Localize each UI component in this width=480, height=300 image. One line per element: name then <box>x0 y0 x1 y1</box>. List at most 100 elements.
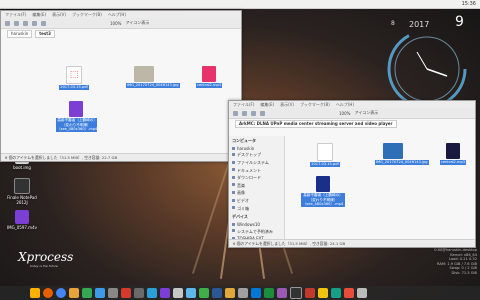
network-icon[interactable] <box>186 288 196 298</box>
status-bar: 6 個のアイテムを選択しました（31.5 MiB）, 空き容量: 22.7 GB <box>1 153 241 161</box>
sidebar-item[interactable]: システムで予約済み <box>229 228 284 236</box>
file-manager-window-arkmc[interactable]: ファイル(F) 編集(E) 表示(V) ブックマーク(B) ヘルプ(H) 100… <box>228 100 476 248</box>
sidebar-item[interactable]: 画像 <box>229 190 284 198</box>
archive-icon[interactable] <box>225 288 235 298</box>
chrome-icon[interactable] <box>56 288 66 298</box>
breadcrumb-item[interactable]: ArkMC: DLNA UPnP media center streaming … <box>235 119 397 128</box>
video-file-icon <box>15 210 29 224</box>
video-file-icon <box>69 101 83 117</box>
image-file-icon <box>383 143 403 159</box>
calculator-icon[interactable] <box>238 288 248 298</box>
music-icon[interactable] <box>331 288 341 298</box>
sidebar-item[interactable]: デスクトップ <box>229 152 284 160</box>
breadcrumb-item[interactable]: haruskin <box>7 29 33 38</box>
sidebar-item[interactable]: Windows10 <box>229 221 284 228</box>
video-player-icon[interactable] <box>160 288 170 298</box>
spreadsheet-icon[interactable] <box>264 288 274 298</box>
sidebar-header-devices: デバイス <box>232 214 248 220</box>
status-bar: 6 個のアイテムを選択しました（31.5 MiB）, 空き容量: 24.1 GB <box>229 239 475 247</box>
vscode-icon[interactable] <box>251 288 261 298</box>
menu-bar: ファイル(F) 編集(E) 表示(V) ブックマーク(B) ヘルプ(H) <box>229 101 475 108</box>
menu-help[interactable]: ヘルプ(H) <box>108 12 126 18</box>
sidebar-item[interactable]: ファイルシステム <box>229 159 284 167</box>
sidebar-item[interactable]: haruskin <box>229 145 284 152</box>
sidebar-header-computer: コンピュータ <box>232 138 256 143</box>
clock-month: 8 <box>391 20 395 27</box>
file-item[interactable]: 高齢不審者（上鶴崎の）（変わり不明様）（see_480x360）.mp4 <box>301 176 345 207</box>
menu-file[interactable]: ファイル(F) <box>233 102 254 108</box>
file-item[interactable]: ⬚ 2017.03.15.pdf <box>56 66 92 90</box>
terminal-icon[interactable] <box>134 288 144 298</box>
breadcrumb-item[interactable]: test3 <box>35 29 55 38</box>
menu-bookmarks[interactable]: ブックマーク(B) <box>300 102 330 108</box>
home-icon[interactable] <box>32 20 37 26</box>
file-name: 2017.03.15.pdf <box>310 162 340 167</box>
sidebar-item[interactable]: ゴミ箱 <box>229 205 284 213</box>
sidebar-item[interactable]: ビデオ <box>229 197 284 205</box>
office-icon[interactable] <box>199 288 209 298</box>
browser-icon[interactable] <box>147 288 157 298</box>
settings-icon[interactable] <box>108 288 118 298</box>
file-name: IMG_20170724_0046143.jpg <box>126 83 180 88</box>
home-icon[interactable] <box>260 110 265 116</box>
logo-tagline: today is the future <box>30 264 58 268</box>
file-item[interactable]: central2.mp3 <box>435 143 471 165</box>
back-icon[interactable] <box>233 110 238 116</box>
menu-bar: ファイル(F) 編集(E) 表示(V) ブックマーク(B) ヘルプ(H) <box>1 11 241 18</box>
graphics-icon[interactable] <box>277 288 287 298</box>
forward-icon[interactable] <box>242 110 247 116</box>
file-item[interactable]: 高齢不審者（上鶴崎の）（変わり不明様）（see_480x360）.mp4 <box>56 101 97 132</box>
file-item[interactable]: 2017.03.15.pdf <box>307 143 343 167</box>
launcher-icon[interactable] <box>30 288 40 298</box>
app-icon[interactable] <box>290 287 302 299</box>
pdf-file-icon <box>317 143 333 161</box>
sidebar-item[interactable]: 音楽 <box>229 182 284 190</box>
menu-bookmarks[interactable]: ブックマーク(B) <box>72 12 102 18</box>
text-editor-icon[interactable] <box>173 288 183 298</box>
panel-clock[interactable]: 15:36 <box>462 1 476 7</box>
file-manager-window-test3[interactable]: ファイル(F) 編集(E) 表示(V) ブックマーク(B) ヘルプ(H) 100… <box>0 10 242 162</box>
line-icon[interactable] <box>82 288 92 298</box>
zoom-level[interactable]: 100% <box>339 111 350 116</box>
back-icon[interactable] <box>5 20 10 26</box>
dock <box>0 286 480 300</box>
menu-file[interactable]: ファイル(F) <box>5 12 26 18</box>
sysinfo-line: Disk: 71.5 GiB <box>451 270 477 275</box>
folder-icon[interactable] <box>69 288 79 298</box>
file-item[interactable]: central2.mp3 <box>191 66 227 88</box>
reload-icon[interactable] <box>41 20 46 26</box>
zoom-level[interactable]: 100% <box>110 21 121 26</box>
notes-icon[interactable] <box>318 288 328 298</box>
menu-edit[interactable]: 編集(E) <box>32 12 46 18</box>
media-icon[interactable] <box>121 288 131 298</box>
mail-icon[interactable] <box>95 288 105 298</box>
image-file-icon <box>134 66 154 82</box>
view-mode-select[interactable]: アイコン表示 <box>125 20 149 26</box>
up-icon[interactable] <box>23 20 28 26</box>
menu-view[interactable]: 表示(V) <box>280 102 294 108</box>
system-monitor: 0:00@haruskin-desktop Kernel: x86_64 Loa… <box>385 248 477 275</box>
desktop-icon-label: Finale NotePad 2012J <box>7 195 37 205</box>
trash-icon[interactable] <box>357 288 367 298</box>
view-mode-select[interactable]: アイコン表示 <box>354 110 378 116</box>
file-item[interactable]: IMG_20170724_0046143.jpg <box>375 143 429 165</box>
record-icon[interactable] <box>305 288 315 298</box>
desktop-icon-img-m4v[interactable]: IMG_0597.m4v <box>4 210 40 230</box>
sidebar: コンピュータ haruskin デスクトップ ファイルシステム ドキュメント ダ… <box>229 136 285 241</box>
sidebar-item[interactable]: ドキュメント <box>229 167 284 175</box>
toolbar: 100% アイコン表示 <box>1 18 241 29</box>
file-item[interactable]: IMG_20170724_0046143.jpg <box>126 66 180 88</box>
forward-icon[interactable] <box>14 20 19 26</box>
desktop-icon-finale[interactable]: Finale NotePad 2012J <box>4 178 40 205</box>
file-name: 2017.03.15.pdf <box>59 85 89 90</box>
desktop-icon-label: IMG_0597.m4v <box>7 225 37 230</box>
menu-edit[interactable]: 編集(E) <box>260 102 274 108</box>
writer-icon[interactable] <box>212 288 222 298</box>
menu-help[interactable]: ヘルプ(H) <box>336 102 354 108</box>
firefox-icon[interactable] <box>43 288 53 298</box>
menu-view[interactable]: 表示(V) <box>52 12 66 18</box>
toolbar: 100% アイコン表示 <box>229 108 475 119</box>
up-icon[interactable] <box>251 110 256 116</box>
sidebar-item[interactable]: ダウンロード <box>229 174 284 182</box>
flag-icon[interactable] <box>344 288 354 298</box>
